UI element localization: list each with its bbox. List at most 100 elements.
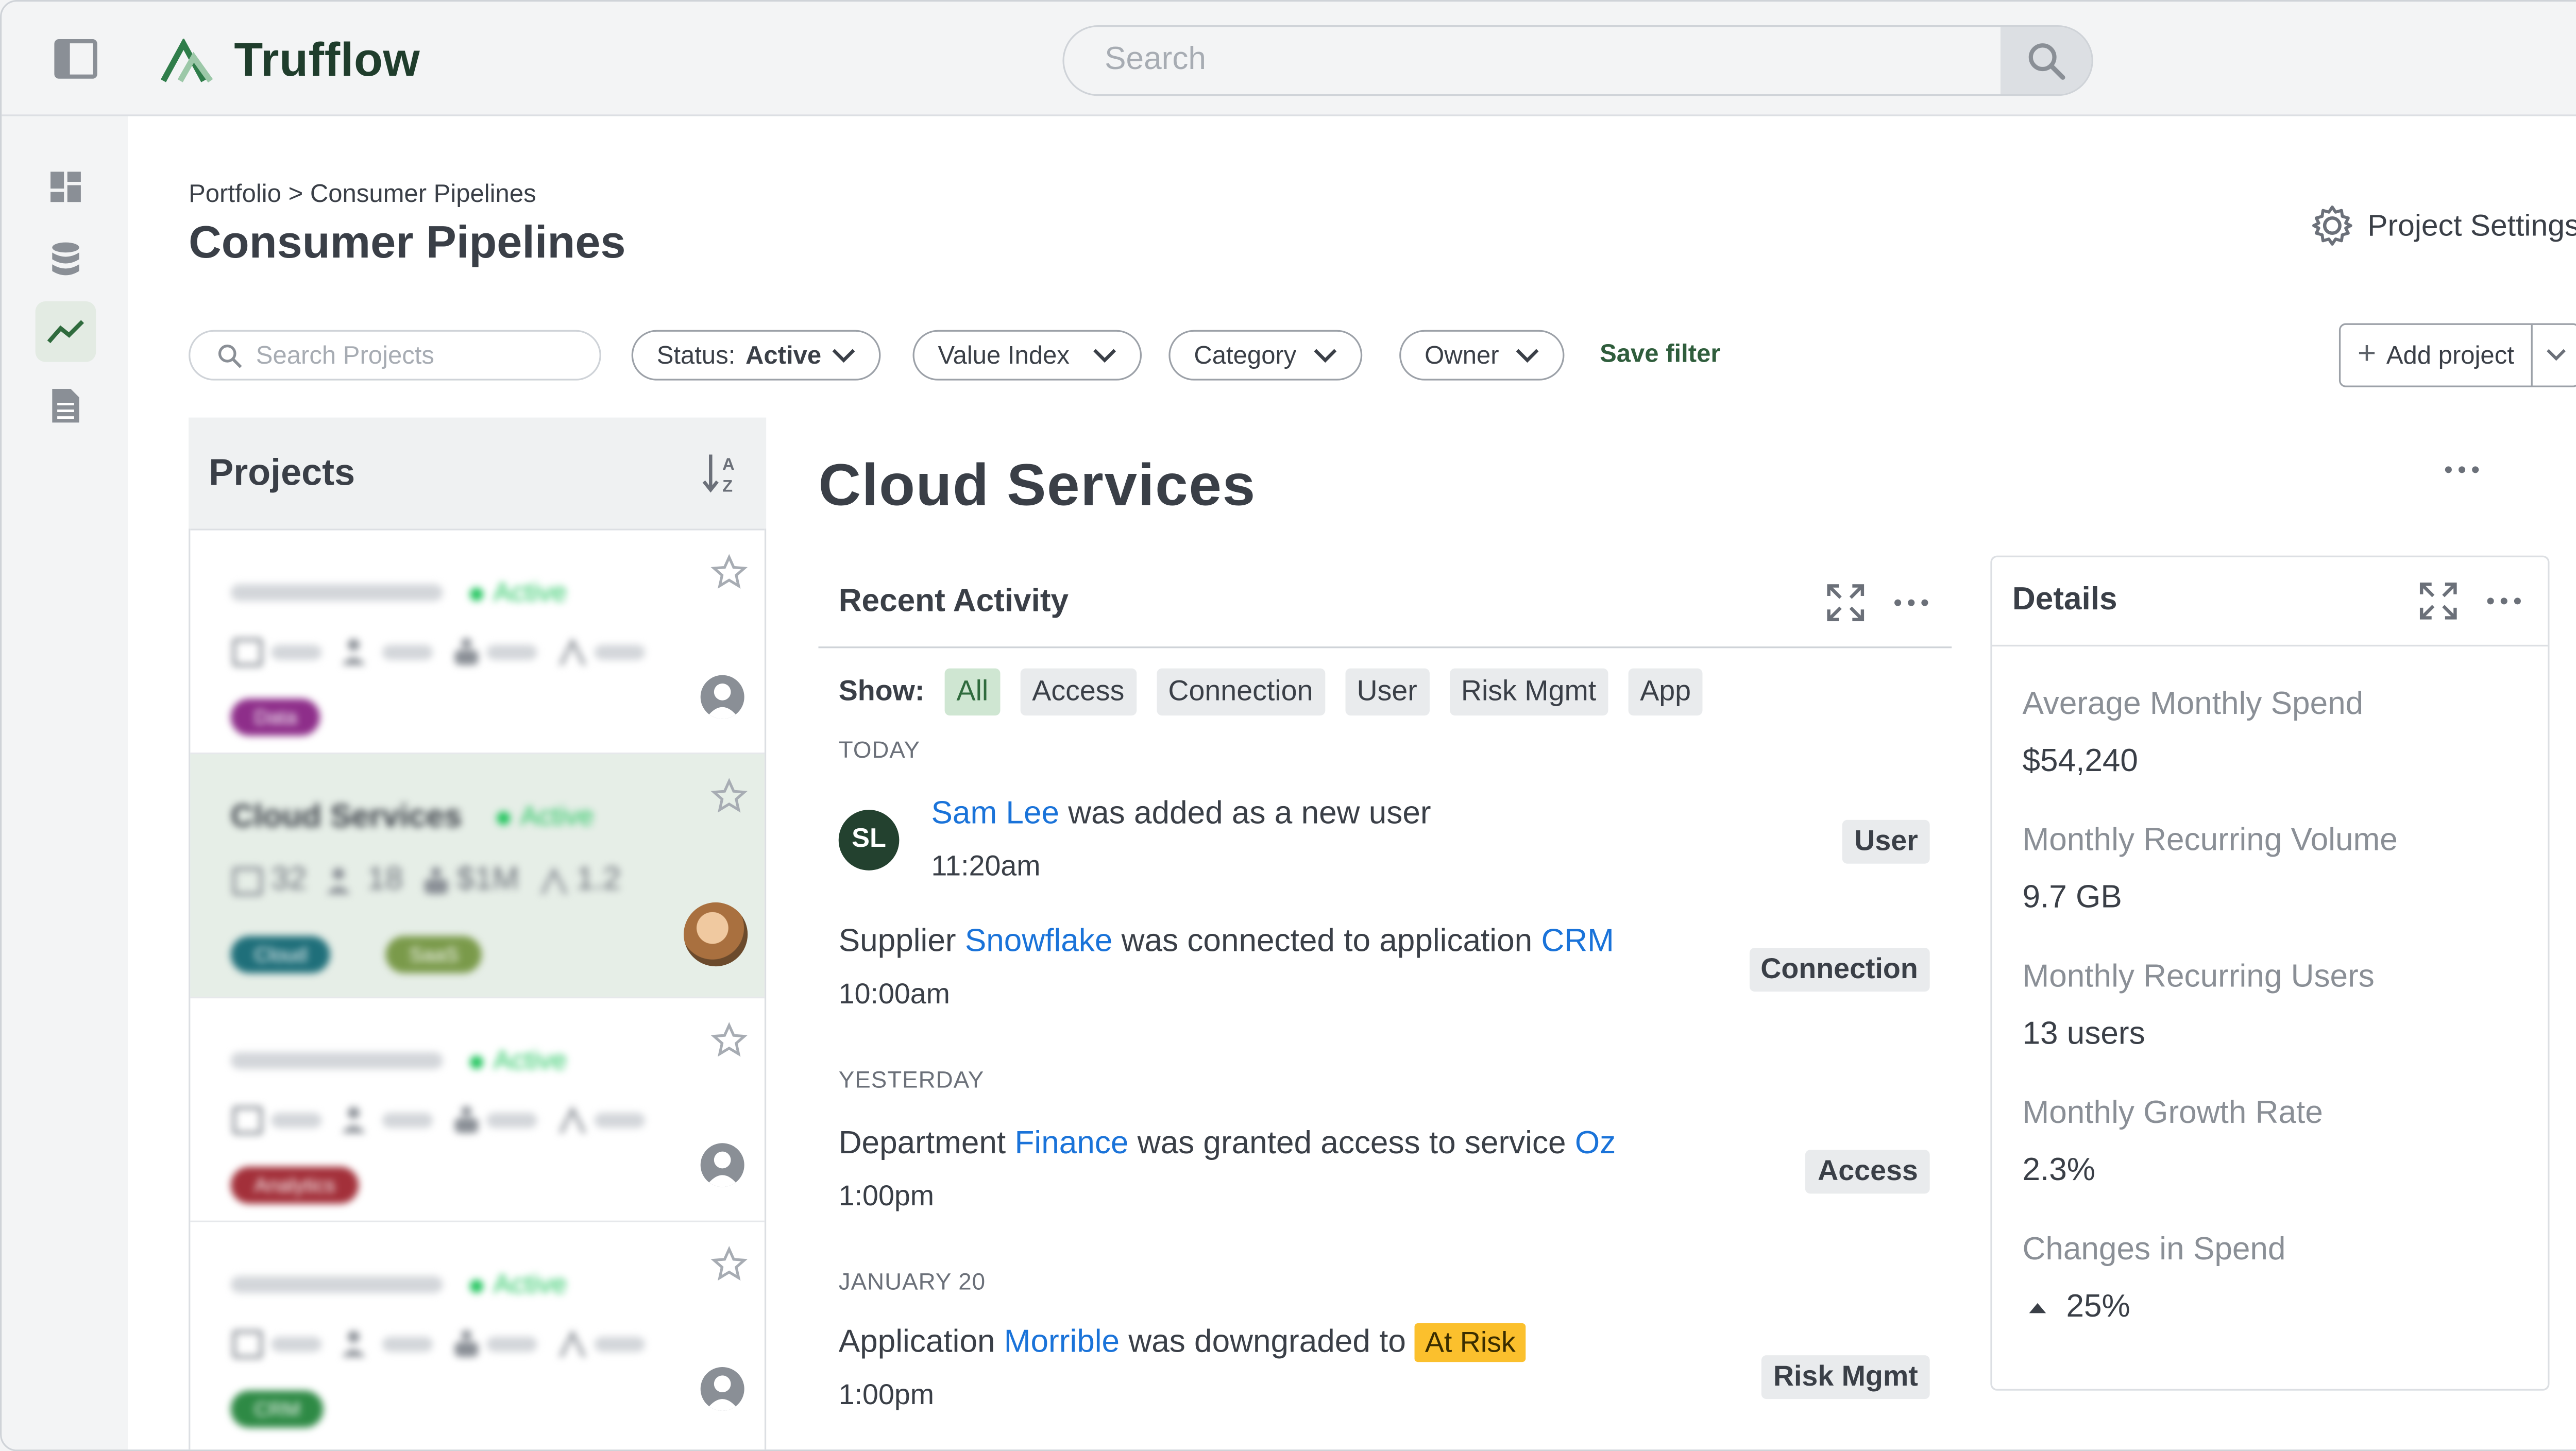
person-icon [541,866,568,895]
star-icon[interactable] [710,1245,748,1283]
star-icon[interactable] [710,778,748,815]
user-link[interactable]: Sam Lee [931,796,1059,832]
expand-icon[interactable] [2419,582,2457,620]
application-link[interactable]: CRM [1541,924,1614,960]
more-icon[interactable] [1891,593,1931,610]
activity-item: Application Morrible was downgraded to A… [839,1323,1930,1443]
rail-item-documents[interactable] [36,375,96,436]
service-link[interactable]: Oz [1575,1126,1616,1162]
sort-az-icon[interactable]: AZ [702,451,742,495]
owner-filter[interactable]: Owner [1399,330,1565,381]
category-filter[interactable]: Category [1168,330,1362,381]
value-metric [453,1104,537,1135]
project-tag: Cloud [230,936,331,974]
activity-item: Department Finance was granted access to… [839,1126,1930,1244]
projects-header: Projects AZ [189,417,767,529]
person-icon [559,1329,586,1358]
project-settings-button[interactable]: Project Settings [2310,203,2576,247]
global-search [1062,25,2093,96]
detail-item: Average Monthly Spend $54,240 [2022,687,2363,781]
filter-chip-user[interactable]: User [1345,668,1429,716]
rail-item-dashboard[interactable] [36,157,96,217]
project-search-input[interactable] [256,340,576,370]
project-tag: CRM [230,1390,324,1428]
index-metric: 1.2 [539,862,621,899]
search-icon [218,344,242,367]
money-bag-icon [454,1106,479,1133]
details-title: Details [2012,582,2117,618]
recent-activity-panel: Recent Activity Show: All Access Connect… [818,557,1952,1449]
detail-value: $54,240 [2022,744,2138,780]
activity-filter-row: Show: All Access Connection User Risk Mg… [839,668,1703,716]
more-icon[interactable] [2442,462,2482,479]
status-filter-label: Status: [656,340,736,370]
caret-up-icon [2029,1303,2046,1313]
app-logo[interactable]: Trufflow [160,33,420,86]
application-link[interactable]: Morrible [1004,1325,1120,1360]
add-project-button[interactable]: + Add project [2341,325,2531,386]
users-metric [342,1328,433,1359]
filter-chip-app[interactable]: App [1628,668,1703,716]
avatar [700,1143,744,1187]
search-input[interactable] [1064,27,2001,95]
calendar-icon [232,1330,263,1359]
star-icon[interactable] [710,554,748,591]
star-icon[interactable] [710,1022,748,1059]
money-bag-icon [454,638,479,665]
supplier-link[interactable]: Snowflake [965,924,1113,960]
svg-text:A: A [722,454,735,473]
breadcrumb: Portfolio > Consumer Pipelines [189,180,536,209]
value-metric: $1M [423,862,519,899]
status-filter[interactable]: Status: Active [631,330,880,381]
project-card[interactable]: Active CRM [190,1220,765,1445]
tasks-count: 32 [271,862,307,898]
tasks-metric [231,1327,322,1360]
trend-icon [47,320,84,344]
detail-value: 13 users [2022,1017,2145,1052]
project-card[interactable]: Active Analytics [190,996,765,1221]
project-card-cloud-services[interactable]: Cloud Services Active 32 18 $1M 1.2 Clou… [190,753,765,997]
add-project-control: + Add project [2338,323,2576,387]
filter-chip-all[interactable]: All [944,668,1001,716]
main-content: Portfolio > Consumer Pipelines Consumer … [128,116,2576,1450]
sidebar-toggle-icon[interactable] [54,39,98,79]
avatar [700,675,744,719]
rail-item-trends[interactable] [35,301,96,362]
activity-time: 1:00pm [838,1180,935,1213]
more-icon[interactable] [2484,593,2524,610]
project-tag: SaaS [385,936,482,974]
chevron-down-icon [1313,348,1336,362]
department-link[interactable]: Finance [1014,1126,1128,1162]
project-card[interactable]: Active Data [190,528,765,753]
detail-item: Monthly Recurring Volume 9.7 GB [2022,823,2397,917]
money-bag-icon [425,867,449,894]
svg-text:Z: Z [722,476,733,495]
calendar-icon [232,1106,263,1135]
value-index-filter[interactable]: Value Index [912,330,1142,381]
calendar-icon [232,867,263,896]
person-icon [559,1105,586,1134]
project-tag: Analytics [230,1167,359,1204]
breadcrumb-root[interactable]: Portfolio [189,180,281,209]
details-panel: Details Average Monthly Spend $54,240 Mo… [1990,555,2550,1391]
activity-text: Department Finance was granted access to… [839,1126,1930,1164]
filter-chip-access[interactable]: Access [1020,668,1137,716]
expand-icon[interactable] [1827,583,1865,621]
filter-chip-risk-mgmt[interactable]: Risk Mgmt [1449,668,1608,716]
add-project-menu-button[interactable] [2531,325,2576,386]
project-list: Active Data Cloud Services Active 32 18 … [189,528,767,1450]
search-button[interactable] [2000,27,2092,95]
save-filter-link[interactable]: Save filter [1600,340,1720,369]
activity-description: was added as a new user [1068,796,1431,832]
detail-label: Average Monthly Spend [2022,687,2364,723]
activity-item: SL Sam Lee was added as a new user 11:20… [838,796,1930,914]
search-icon [2028,43,2065,80]
users-icon [342,1330,366,1357]
chevron-down-icon [1093,348,1116,362]
tasks-metric [231,1103,322,1136]
rail-item-database[interactable] [36,229,96,290]
users-icon [342,1107,366,1133]
activity-item: Supplier Snowflake was connected to appl… [839,924,1930,1042]
activity-prefix: Supplier [838,924,956,960]
filter-chip-connection[interactable]: Connection [1156,668,1325,716]
